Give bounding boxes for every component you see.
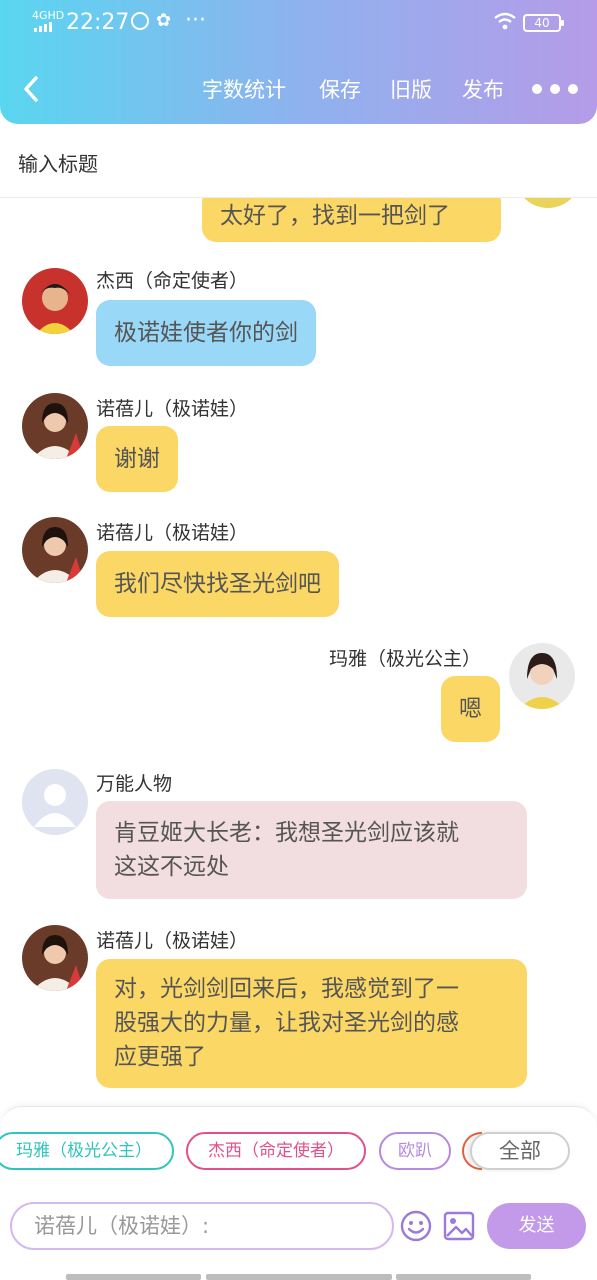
default-user-icon [34,784,76,827]
character-chip-maya[interactable]: 玛雅（极光公主） [0,1132,174,1170]
nav-bar-segment [206,1274,392,1280]
image-icon[interactable] [443,1211,475,1241]
message-bubble[interactable]: 我们尽快找圣光剑吧 [96,551,339,617]
message-bubble[interactable]: 谢谢 [96,426,178,492]
speaker-name: 诺蓓儿（极诺娃） [96,398,249,420]
message-input[interactable]: 诺蓓儿（极诺娃）: [10,1202,394,1250]
nav-bar-segment [396,1274,531,1280]
all-characters-button[interactable]: 全部 [470,1132,570,1170]
emoji-icon[interactable] [400,1210,432,1242]
message-text-line: 对，光剑剑回来后，我感觉到了一 [114,976,459,1002]
message-bubble[interactable]: 对，光剑剑回来后，我感觉到了一 股强大的力量，让我对圣光剑的感 应更强了 [96,959,527,1088]
speaker-name: 诺蓓儿（极诺娃） [96,522,249,544]
app-header: 4GHD 22:27 ✿ ··· 40 字数统计 保存 旧版 发布 [0,0,597,124]
character-chip-jiexi[interactable]: 杰西（命定使者） [186,1132,366,1170]
avatar-placeholder[interactable] [22,769,88,835]
input-placeholder: 诺蓓儿（极诺娃）: [34,1214,210,1238]
clock: 22:27 [66,10,130,35]
speaker-name: 杰西（命定使者） [96,270,249,292]
character-chip-oupa[interactable]: 欧趴 [379,1132,451,1170]
word-count-button[interactable]: 字数统计 [202,74,286,104]
message-text: 嗯 [459,696,482,722]
status-bar: 4GHD 22:27 ✿ ··· 40 [0,0,597,48]
message-text: 谢谢 [114,446,160,472]
nav-bar-segment [66,1274,201,1280]
message-text-line: 肯豆姬大长老：我想圣光剑应该就 [114,820,459,846]
network-type: 4GHD [32,9,65,22]
message-text: 我们尽快找圣光剑吧 [114,571,321,597]
send-button[interactable]: 发送 [487,1203,586,1249]
title-field[interactable]: 输入标题 [0,124,597,198]
message-bubble[interactable]: 极诺娃使者你的剑 [96,300,316,366]
avatar[interactable] [515,198,581,208]
speaker-name: 诺蓓儿（极诺娃） [96,930,249,952]
wifi-icon [494,12,516,30]
title-placeholder: 输入标题 [18,152,98,176]
avatar-nuobeier[interactable] [22,393,88,459]
compose-panel: 玛雅（极光公主） 杰西（命定使者） 欧趴 全部 诺蓓儿（极诺娃）: 发送 [0,1106,597,1280]
publish-button[interactable]: 发布 [462,74,504,104]
back-icon[interactable] [18,72,44,106]
message-text: 极诺娃使者你的剑 [114,320,298,346]
pinwheel-icon: ✿ [156,10,172,31]
old-version-button[interactable]: 旧版 [390,74,432,104]
chat-area[interactable]: 太好了，找到一把剑了 杰西（命定使者） 极诺娃使者你的剑 诺蓓儿（极诺娃） 谢谢… [0,198,597,1108]
notification-icon [131,12,149,30]
save-button[interactable]: 保存 [319,74,361,104]
more-options-icon[interactable] [532,84,578,94]
message-bubble[interactable]: 太好了，找到一把剑了 [202,198,501,242]
avatar-maya[interactable] [509,643,575,709]
avatar-nuobeier[interactable] [22,517,88,583]
message-text-line: 股强大的力量，让我对圣光剑的感 [114,1010,459,1036]
message-text-line: 应更强了 [114,1044,206,1070]
avatar-nuobeier[interactable] [22,925,88,991]
message-text: 太好了，找到一把剑了 [220,203,450,229]
message-bubble[interactable]: 肯豆姬大长老：我想圣光剑应该就 这这不远处 [96,801,527,899]
speaker-name: 万能人物 [96,773,173,795]
signal-icon [34,22,52,32]
speaker-name: 玛雅（极光公主） [329,648,482,670]
battery-icon: 40 [523,14,564,32]
avatar-jiexi[interactable] [22,268,88,334]
more-notifications-icon: ··· [185,8,206,33]
message-bubble[interactable]: 嗯 [441,676,500,742]
message-text-line: 这这不远处 [114,854,229,880]
